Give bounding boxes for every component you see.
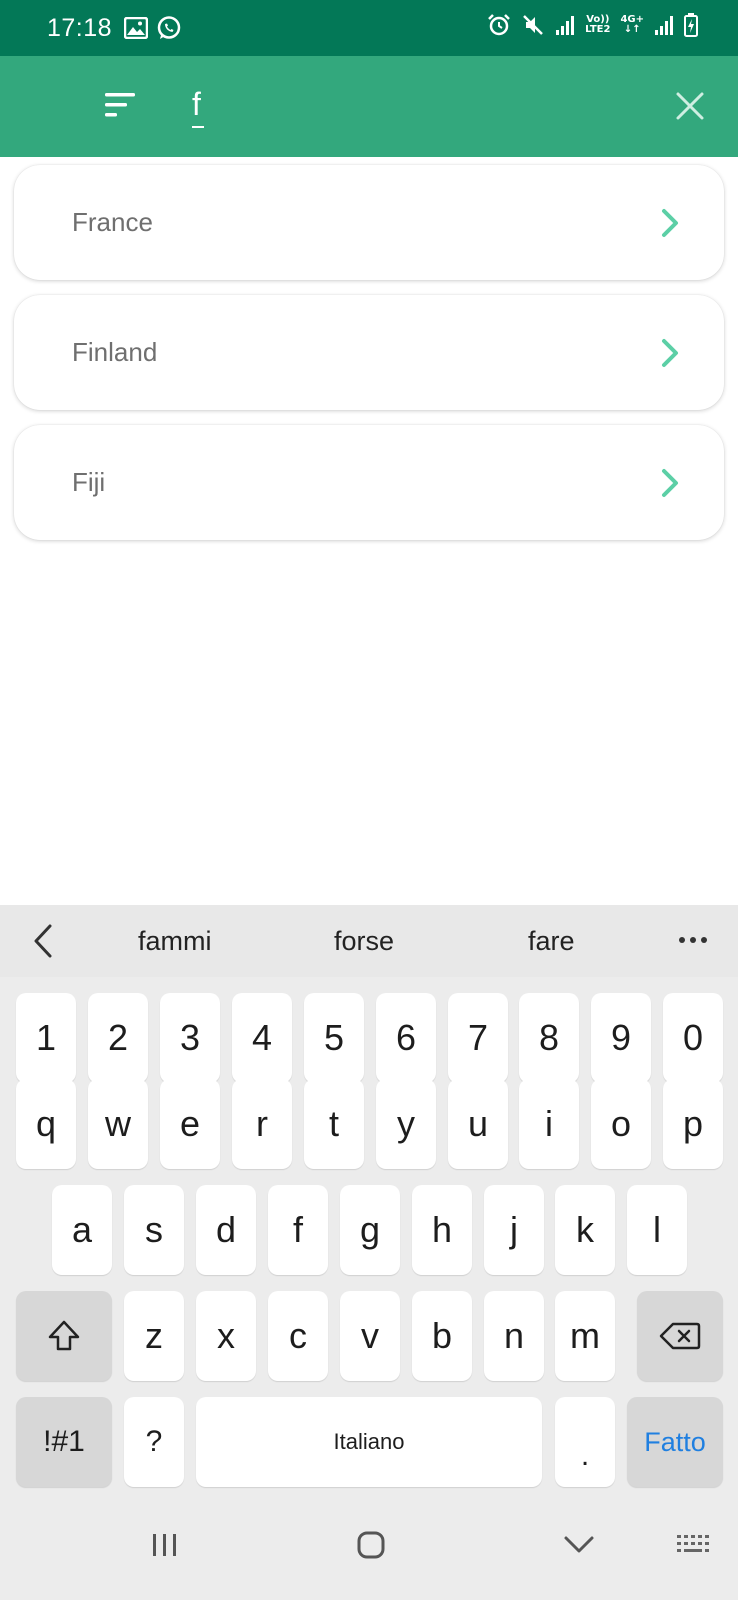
result-label: France: [72, 207, 153, 237]
results-list: France Finland Fiji: [14, 165, 724, 555]
lte-label: LTE2: [585, 24, 611, 35]
clear-search-button[interactable]: [670, 86, 710, 126]
result-item-finland[interactable]: Finland: [14, 295, 724, 410]
key-n[interactable]: n: [484, 1291, 544, 1381]
home-icon: [357, 1531, 385, 1559]
key-s[interactable]: s: [124, 1185, 184, 1275]
key-t[interactable]: t: [304, 1079, 364, 1169]
key-6[interactable]: 6: [376, 993, 436, 1083]
search-input[interactable]: [192, 82, 652, 126]
key-f[interactable]: f: [268, 1185, 328, 1275]
data-indicator: 4G+ ↓↑: [620, 15, 644, 35]
whatsapp-icon: [157, 16, 181, 39]
key-j[interactable]: j: [484, 1185, 544, 1275]
key-u[interactable]: u: [448, 1079, 508, 1169]
backspace-icon: [659, 1322, 701, 1350]
key-c[interactable]: c: [268, 1291, 328, 1381]
key-l[interactable]: l: [627, 1185, 687, 1275]
back-button[interactable]: [554, 1522, 604, 1568]
key-5[interactable]: 5: [304, 993, 364, 1083]
search-field[interactable]: [192, 82, 652, 130]
key-q[interactable]: q: [16, 1079, 76, 1169]
key-1[interactable]: 1: [16, 993, 76, 1083]
key-4[interactable]: 4: [232, 993, 292, 1083]
more-horizontal-icon[interactable]: [678, 935, 708, 945]
app-bar: [0, 56, 738, 157]
signal-icon-2: [655, 16, 673, 35]
result-label: Finland: [72, 337, 158, 367]
key-8[interactable]: 8: [519, 993, 579, 1083]
key-9[interactable]: 9: [591, 993, 651, 1083]
gallery-icon: [124, 17, 148, 39]
close-icon: [676, 92, 704, 120]
suggestion-word[interactable]: forse: [334, 905, 394, 977]
key-y[interactable]: y: [376, 1079, 436, 1169]
status-notification-icons: [124, 15, 182, 41]
home-button[interactable]: [346, 1522, 396, 1568]
key-m[interactable]: m: [555, 1291, 615, 1381]
search-input-underline: [192, 126, 204, 128]
key-7[interactable]: 7: [448, 993, 508, 1083]
mute-icon: [523, 15, 544, 35]
volte-indicator: Vo)) LTE2: [585, 15, 610, 35]
key-g[interactable]: g: [340, 1185, 400, 1275]
symbols-key[interactable]: !#1: [16, 1397, 112, 1487]
key-p[interactable]: p: [663, 1079, 723, 1169]
key-3[interactable]: 3: [160, 993, 220, 1083]
suggestion-word[interactable]: fare: [528, 905, 575, 977]
chevron-down-icon: [564, 1536, 594, 1553]
key-b[interactable]: b: [412, 1291, 472, 1381]
key-2[interactable]: 2: [88, 993, 148, 1083]
chevron-right-icon: [662, 339, 678, 367]
key-a[interactable]: a: [52, 1185, 112, 1275]
chevron-right-icon: [662, 469, 678, 497]
keyboard-icon: [677, 1535, 709, 1552]
period-key[interactable]: .: [555, 1397, 615, 1487]
battery-icon: [684, 13, 698, 37]
key-r[interactable]: r: [232, 1079, 292, 1169]
key-e[interactable]: e: [160, 1079, 220, 1169]
key-h[interactable]: h: [412, 1185, 472, 1275]
done-key[interactable]: Fatto: [627, 1397, 723, 1487]
navigation-bar: [0, 1492, 738, 1600]
key-w[interactable]: w: [88, 1079, 148, 1169]
alarm-icon: [488, 14, 511, 36]
chevron-right-icon: [662, 209, 678, 237]
result-item-france[interactable]: France: [14, 165, 724, 280]
key-o[interactable]: o: [591, 1079, 651, 1169]
key-z[interactable]: z: [124, 1291, 184, 1381]
suggestion-back-button[interactable]: [30, 923, 60, 959]
key-d[interactable]: d: [196, 1185, 256, 1275]
recents-button[interactable]: [140, 1522, 190, 1568]
result-label: Fiji: [72, 467, 106, 497]
key-i[interactable]: i: [519, 1079, 579, 1169]
backspace-key[interactable]: [637, 1291, 723, 1381]
sort-menu-icon: [105, 93, 135, 117]
status-time: 17:18: [47, 14, 113, 42]
result-item-fiji[interactable]: Fiji: [14, 425, 724, 540]
key-x[interactable]: x: [196, 1291, 256, 1381]
suggestion-word[interactable]: fammi: [138, 905, 212, 977]
key-k[interactable]: k: [555, 1185, 615, 1275]
sort-menu-button[interactable]: [96, 86, 140, 126]
data-arrows-icon: ↓↑: [623, 24, 641, 35]
key-v[interactable]: v: [340, 1291, 400, 1381]
suggestion-bar: fammi forse fare: [0, 905, 738, 977]
recents-icon: [153, 1534, 176, 1556]
shift-icon: [48, 1320, 80, 1351]
signal-icon: [556, 16, 575, 35]
question-key[interactable]: ?: [124, 1397, 184, 1487]
status-system-icons: Vo)) LTE2 4G+ ↓↑: [487, 13, 698, 37]
key-0[interactable]: 0: [663, 993, 723, 1083]
shift-key[interactable]: [16, 1291, 112, 1381]
status-bar: 17:18 Vo)) LTE2 4G+ ↓↑: [0, 0, 738, 56]
space-key[interactable]: Italiano: [196, 1397, 542, 1487]
chevron-left-icon: [34, 924, 52, 958]
screen: 17:18 Vo)) LTE2 4G+ ↓↑ f France Finland …: [0, 0, 738, 1600]
keyboard-switch-button[interactable]: [670, 1522, 720, 1568]
